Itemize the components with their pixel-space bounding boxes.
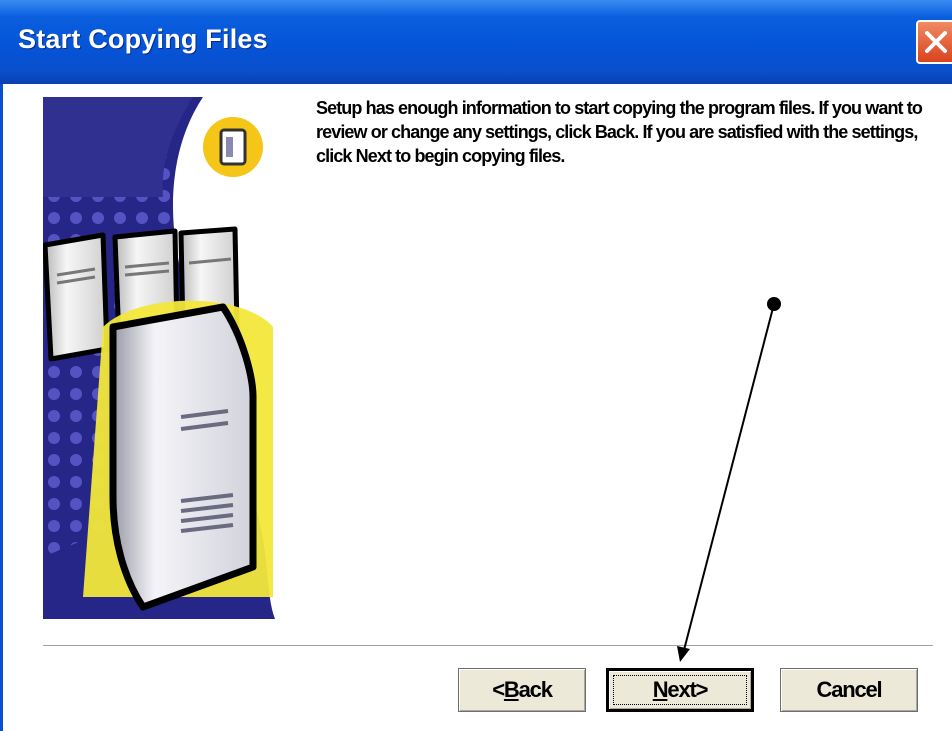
close-button[interactable]: [916, 20, 952, 64]
back-rest: ack: [518, 677, 553, 702]
window-title: Start Copying Files: [18, 24, 268, 54]
cancel-button[interactable]: Cancel: [780, 668, 918, 712]
title-bar[interactable]: Start Copying Files: [0, 0, 952, 86]
divider: [43, 645, 933, 647]
focus-rect: [613, 675, 747, 705]
next-button[interactable]: Next >: [606, 668, 754, 712]
back-prefix: <: [492, 677, 505, 702]
back-accel: B: [503, 677, 520, 702]
close-icon: [925, 31, 947, 53]
back-button[interactable]: < Back: [458, 668, 586, 712]
setup-message: Setup has enough information to start co…: [316, 98, 923, 166]
server-illustration: [43, 97, 275, 619]
